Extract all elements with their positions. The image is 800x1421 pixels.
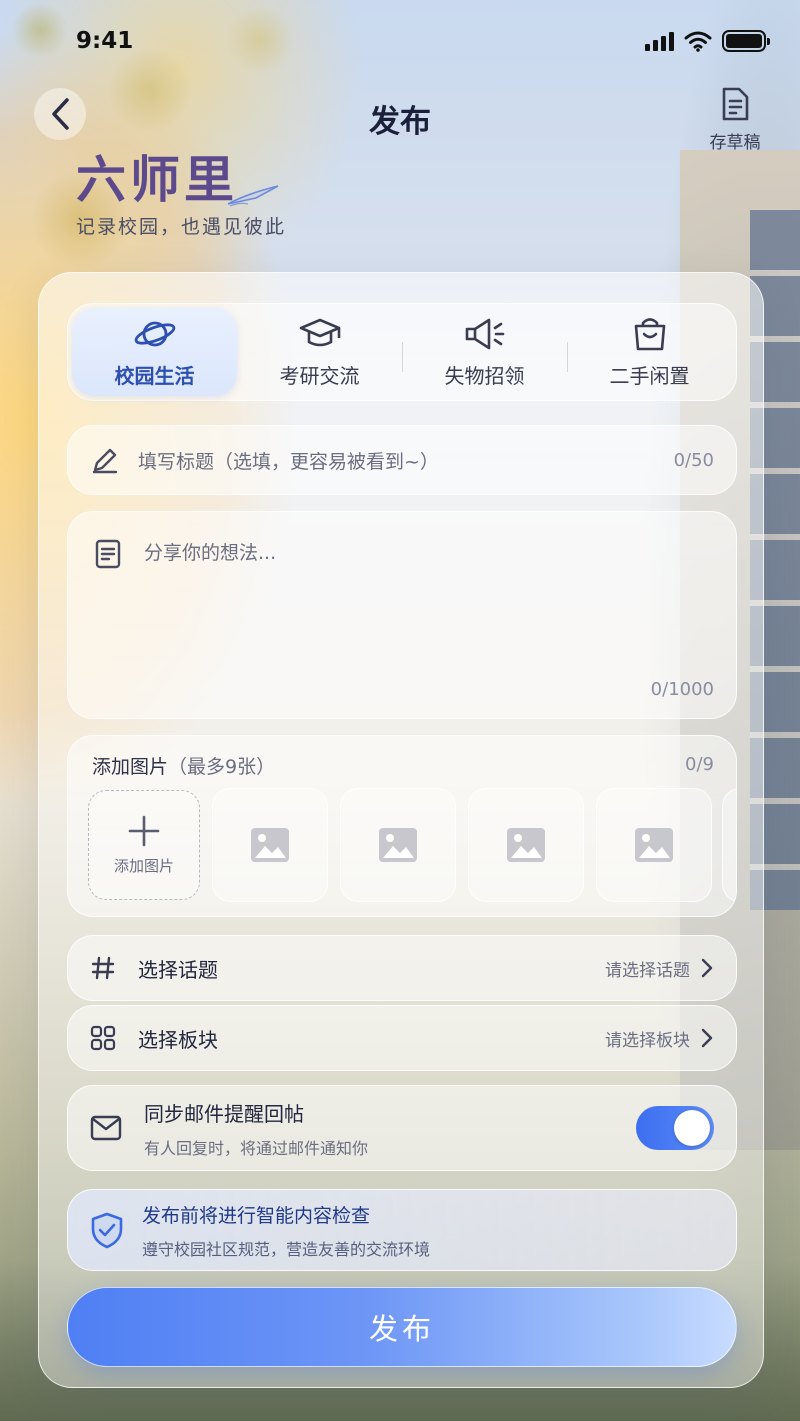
image-placeholder-icon <box>379 828 417 862</box>
tab-lost-found[interactable]: 失物招领 <box>402 308 567 396</box>
select-topic-row[interactable]: 选择话题 请选择话题 <box>67 935 737 1001</box>
select-topic-value: 请选择话题 <box>605 960 690 981</box>
signal-icon <box>645 31 674 51</box>
paper-plane-icon <box>227 185 279 207</box>
image-placeholder-slot <box>468 788 584 902</box>
chevron-right-icon <box>701 958 713 978</box>
publish-button-label: 发布 <box>368 1312 435 1346</box>
select-board-row[interactable]: 选择板块 请选择板块 <box>67 1005 737 1071</box>
plus-icon <box>128 815 160 846</box>
tab-campus-life[interactable]: 校园生活 <box>72 308 237 396</box>
images-counter: 0/9 <box>685 754 714 775</box>
notice-subtitle: 遵守校园社区规范，营造友善的交流环境 <box>142 1239 431 1259</box>
image-placeholder-icon <box>507 828 545 862</box>
megaphone-icon <box>465 318 504 349</box>
status-icons <box>645 30 770 52</box>
email-notify-text: 同步邮件提醒回帖 有人回复时，将通过邮件通知你 <box>144 1098 636 1159</box>
image-placeholder-icon <box>251 828 289 862</box>
email-notify-title: 同步邮件提醒回帖 <box>144 1101 304 1126</box>
tab-label: 校园生活 <box>114 363 195 388</box>
status-bar: 9:41 <box>0 24 800 64</box>
image-placeholder-slot <box>340 788 456 902</box>
notice-text: 发布前将进行智能内容检查 遵守校园社区规范，营造友善的交流环境 <box>142 1201 430 1260</box>
save-draft-button[interactable]: 存草稿 <box>700 86 770 153</box>
content-counter: 0/1000 <box>650 679 714 700</box>
tab-label: 二手闲置 <box>609 363 690 388</box>
title-counter: 0/50 <box>673 449 714 471</box>
brand-slogan: 记录校园，也遇见彼此 <box>76 216 287 238</box>
email-notify-toggle[interactable] <box>636 1106 714 1150</box>
mail-icon <box>90 1115 122 1141</box>
add-image-label: 添加图片 <box>113 856 174 875</box>
publish-button[interactable]: 发布 <box>67 1287 737 1367</box>
image-placeholder-icon <box>635 828 673 862</box>
hashtag-icon <box>91 956 115 980</box>
image-placeholder-slot <box>596 788 712 902</box>
category-tabs: 校园生活 考研交流 失物招领 二手闲置 <box>67 303 737 401</box>
publish-form-card: 校园生活 考研交流 失物招领 二手闲置 填写标题（选填，更容易被看到~） 0/5… <box>38 272 764 1388</box>
status-time: 9:41 <box>76 28 134 54</box>
tab-grad-exam[interactable]: 考研交流 <box>237 308 402 396</box>
images-title-text: 添加图片 <box>92 756 169 778</box>
tab-second-hand[interactable]: 二手闲置 <box>567 308 732 396</box>
title-placeholder: 填写标题（选填，更容易被看到~） <box>138 450 439 473</box>
pencil-icon <box>92 448 118 474</box>
document-icon <box>95 539 121 569</box>
brand-logo: 六师里 <box>76 150 238 209</box>
grid-icon <box>90 1025 116 1051</box>
content-check-notice: 发布前将进行智能内容检查 遵守校园社区规范，营造友善的交流环境 <box>67 1189 737 1271</box>
shield-check-icon <box>91 1212 123 1249</box>
planet-icon <box>134 321 175 346</box>
add-image-button[interactable]: 添加图片 <box>88 790 200 900</box>
select-board-label: 选择板块 <box>138 1027 218 1052</box>
email-notify-subtitle: 有人回复时，将通过邮件通知你 <box>144 1138 369 1158</box>
email-notify-row: 同步邮件提醒回帖 有人回复时，将通过邮件通知你 <box>67 1085 737 1171</box>
select-board-value: 请选择板块 <box>605 1030 690 1051</box>
wifi-icon <box>684 31 712 52</box>
chevron-right-icon <box>701 1028 713 1048</box>
graduation-cap-icon <box>299 318 340 346</box>
image-placeholder-slot <box>722 788 736 902</box>
image-placeholder-slot <box>212 788 328 902</box>
tab-divider <box>402 342 403 372</box>
draft-document-icon <box>722 87 749 121</box>
content-textarea[interactable]: 分享你的想法... 0/1000 <box>67 511 737 719</box>
tab-label: 失物招领 <box>444 363 525 388</box>
title-input[interactable]: 填写标题（选填，更容易被看到~） 0/50 <box>67 425 737 495</box>
notice-title: 发布前将进行智能内容检查 <box>142 1204 371 1227</box>
battery-icon <box>722 30 770 52</box>
save-draft-label: 存草稿 <box>709 133 761 153</box>
images-title: 添加图片（最多9张） <box>92 752 275 779</box>
tab-divider <box>567 342 568 372</box>
content-placeholder: 分享你的想法... <box>144 542 277 564</box>
image-upload-panel: 添加图片（最多9张） 0/9 添加图片 <box>67 735 737 917</box>
page-title: 发布 <box>369 104 431 140</box>
toggle-knob <box>674 1110 710 1146</box>
tab-label: 考研交流 <box>279 363 360 388</box>
images-limit-text: （最多9张） <box>168 756 276 778</box>
select-topic-label: 选择话题 <box>138 957 218 982</box>
shopping-bag-icon <box>634 317 665 350</box>
